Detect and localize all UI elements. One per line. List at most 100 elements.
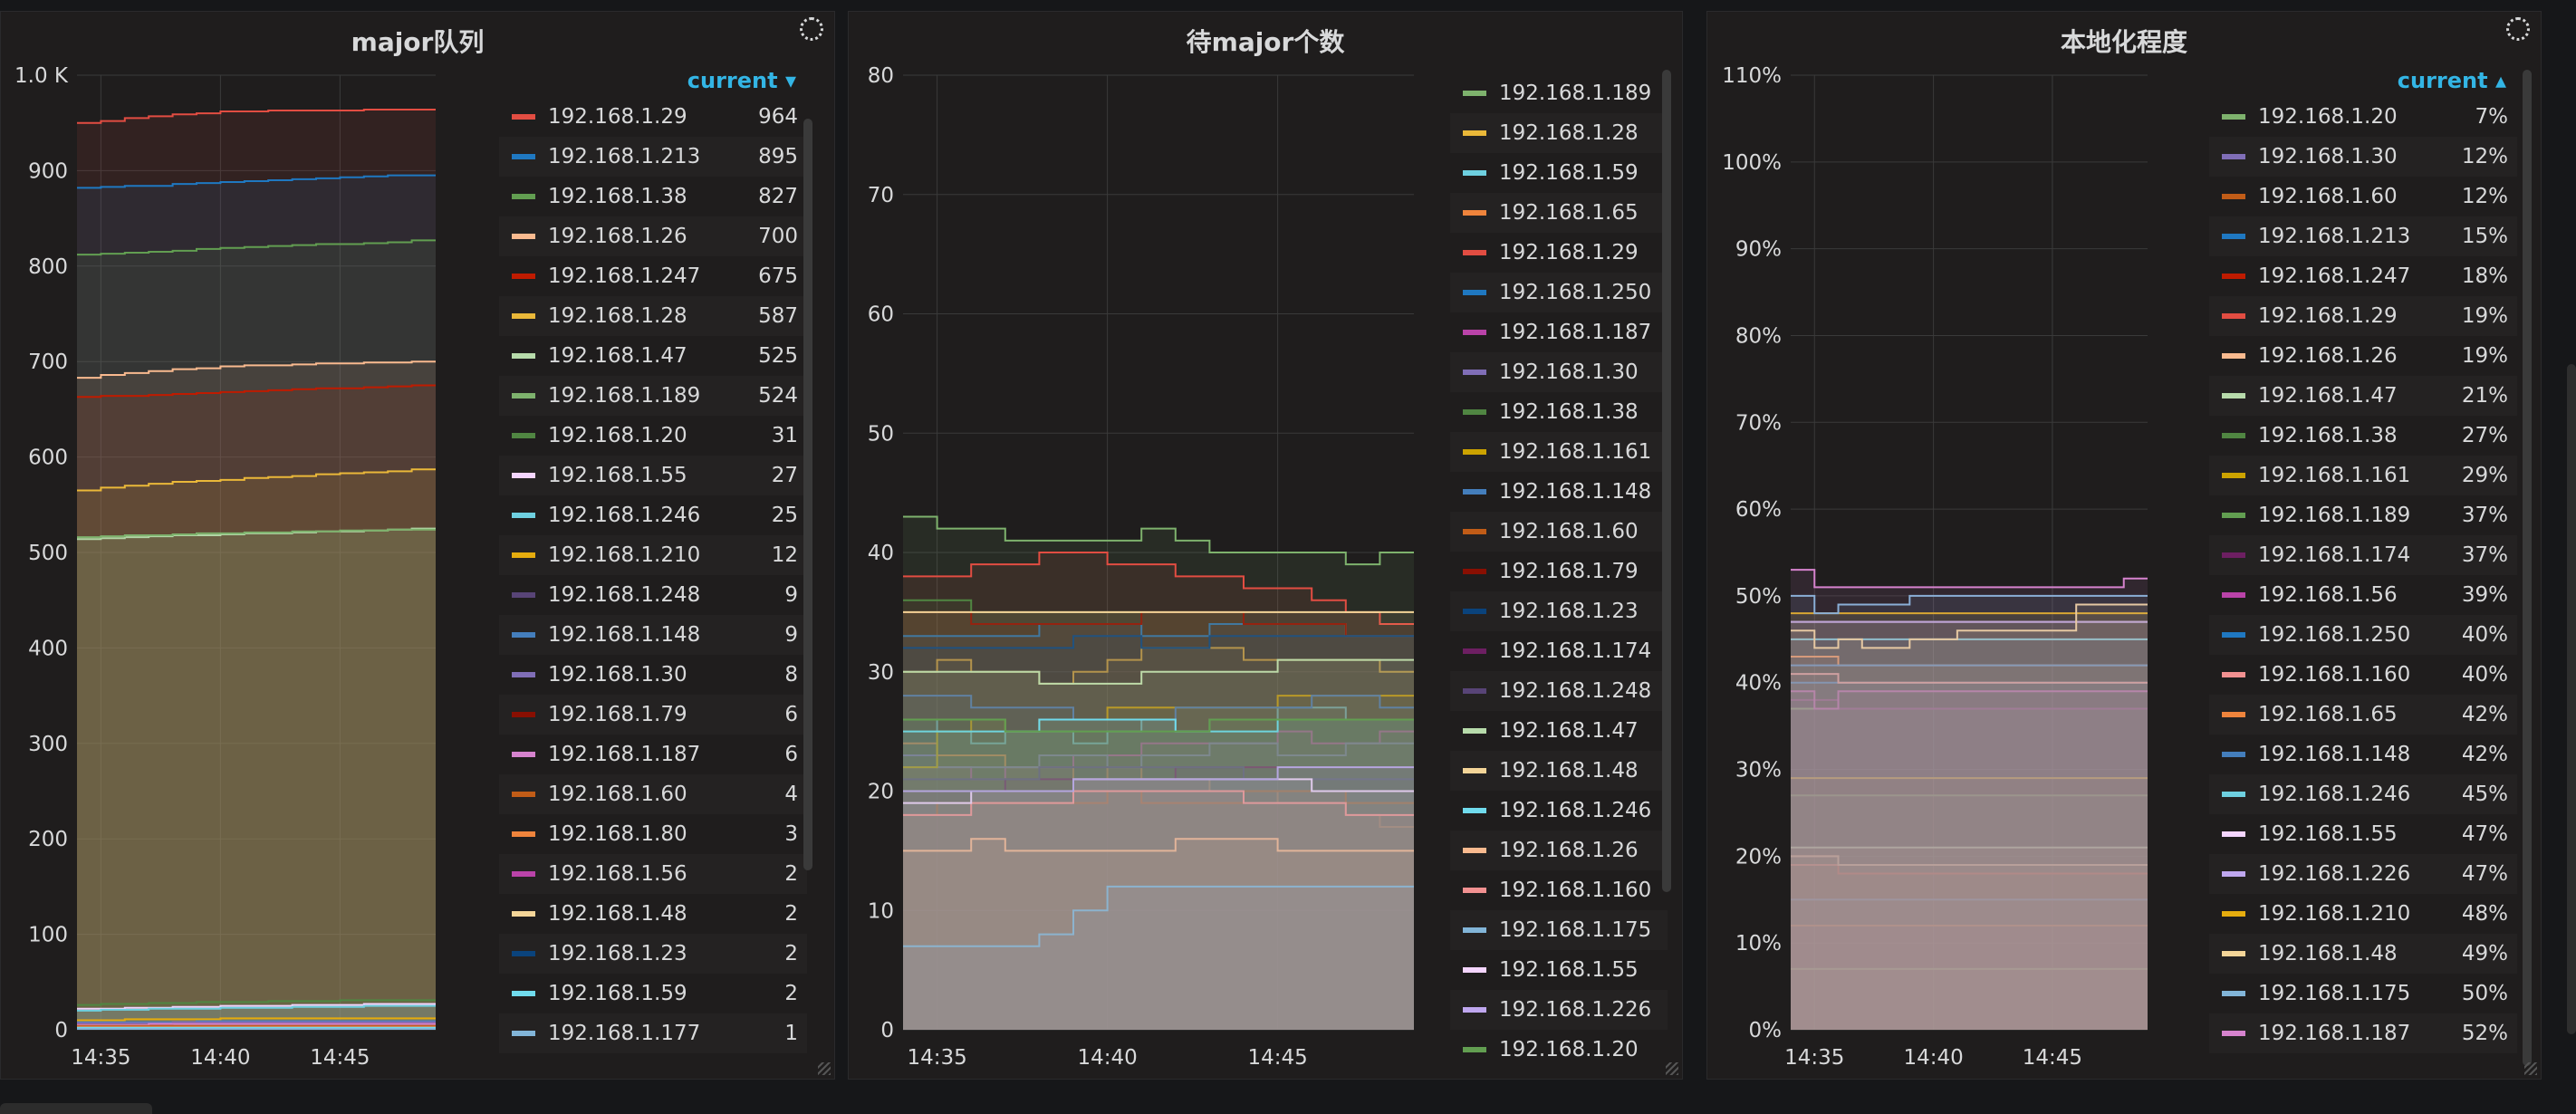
legend-scrollbar[interactable]: [2523, 70, 2532, 1066]
legend-swatch: [2222, 911, 2245, 917]
legend-item[interactable]: 192.168.1.28 587: [499, 296, 807, 336]
legend-item[interactable]: 192.168.1.213 15%: [2209, 216, 2517, 256]
legend-item[interactable]: 192.168.1.189: [1450, 73, 1668, 113]
legend-series-name: 192.168.1.226: [1499, 998, 1652, 1022]
legend-item[interactable]: 192.168.1.65 42%: [2209, 695, 2517, 735]
legend-item[interactable]: 192.168.1.48 2: [499, 894, 807, 934]
legend-item[interactable]: 192.168.1.28: [1450, 113, 1668, 153]
legend-item[interactable]: 192.168.1.55 47%: [2209, 814, 2517, 854]
legend-item[interactable]: 192.168.1.30 8: [499, 655, 807, 695]
legend-item[interactable]: 192.168.1.250: [1450, 273, 1668, 312]
legend-item[interactable]: 192.168.1.148: [1450, 472, 1668, 512]
legend-item[interactable]: 192.168.1.247 675: [499, 256, 807, 296]
legend-item[interactable]: 192.168.1.23 2: [499, 934, 807, 974]
legend-item[interactable]: 192.168.1.175 50%: [2209, 974, 2517, 1013]
legend-item[interactable]: 192.168.1.56 2: [499, 854, 807, 894]
legend-item[interactable]: 192.168.1.59: [1450, 153, 1668, 193]
legend-series-name: 192.168.1.79: [1499, 560, 1639, 583]
legend-item[interactable]: 192.168.1.79 6: [499, 695, 807, 735]
legend-item[interactable]: 192.168.1.187: [1450, 312, 1668, 352]
legend-item[interactable]: 192.168.1.189 37%: [2209, 495, 2517, 535]
legend-item[interactable]: 192.168.1.26 19%: [2209, 336, 2517, 376]
legend-item[interactable]: 192.168.1.250 40%: [2209, 615, 2517, 655]
legend-item[interactable]: 192.168.1.177 1: [499, 1013, 807, 1053]
legend-item[interactable]: 192.168.1.160: [1450, 870, 1668, 910]
legend-item[interactable]: 192.168.1.247 18%: [2209, 256, 2517, 296]
legend-sort-header[interactable]: current ▾: [499, 68, 807, 97]
legend-item[interactable]: 192.168.1.47: [1450, 711, 1668, 751]
legend-scrollbar[interactable]: [1662, 70, 1671, 892]
legend-item[interactable]: 192.168.1.48 49%: [2209, 934, 2517, 974]
resize-handle-icon[interactable]: [818, 1062, 831, 1075]
legend-item[interactable]: 192.168.1.26: [1450, 831, 1668, 870]
legend-item[interactable]: 192.168.1.246 45%: [2209, 774, 2517, 814]
legend-item[interactable]: 192.168.1.20 7%: [2209, 97, 2517, 137]
legend-item[interactable]: 192.168.1.30: [1450, 352, 1668, 392]
legend-item[interactable]: 192.168.1.175: [1450, 910, 1668, 950]
legend-item[interactable]: 192.168.1.38 27%: [2209, 416, 2517, 456]
legend-item[interactable]: 192.168.1.248 9: [499, 575, 807, 615]
legend-item[interactable]: 192.168.1.174: [1450, 631, 1668, 671]
legend-item[interactable]: 192.168.1.246 25: [499, 495, 807, 535]
legend-series-name: 192.168.1.210: [548, 543, 701, 567]
legend-item[interactable]: 192.168.1.160 40%: [2209, 655, 2517, 695]
series-line[interactable]: [1791, 569, 2148, 589]
legend-item[interactable]: 192.168.1.48: [1450, 751, 1668, 791]
series-line[interactable]: [77, 1023, 436, 1026]
page-scrollbar[interactable]: [2567, 364, 2576, 1034]
legend-item[interactable]: 192.168.1.29 964: [499, 97, 807, 137]
legend-item[interactable]: 192.168.1.174 37%: [2209, 535, 2517, 575]
resize-handle-icon[interactable]: [2524, 1062, 2537, 1075]
legend-item[interactable]: 192.168.1.20: [1450, 1030, 1668, 1070]
legend-item[interactable]: 192.168.1.29: [1450, 233, 1668, 273]
legend-item[interactable]: 192.168.1.38: [1450, 392, 1668, 432]
legend-swatch: [1463, 489, 1486, 495]
legend-item[interactable]: 192.168.1.60: [1450, 512, 1668, 552]
legend-item[interactable]: 192.168.1.55: [1450, 950, 1668, 990]
resize-handle-icon[interactable]: [1666, 1062, 1678, 1075]
legend-item[interactable]: 192.168.1.29 19%: [2209, 296, 2517, 336]
legend-item[interactable]: 192.168.1.161: [1450, 432, 1668, 472]
legend-item[interactable]: 192.168.1.187 6: [499, 735, 807, 774]
legend-item[interactable]: 192.168.1.226 47%: [2209, 854, 2517, 894]
legend-swatch: [2222, 951, 2245, 956]
legend-item[interactable]: 192.168.1.148 9: [499, 615, 807, 655]
legend-item[interactable]: 192.168.1.246: [1450, 791, 1668, 831]
legend-item[interactable]: 192.168.1.56 39%: [2209, 575, 2517, 615]
legend-series-name: 192.168.1.29: [2258, 304, 2398, 328]
legend-sort-header[interactable]: current ▴: [2209, 68, 2517, 97]
legend-item[interactable]: 192.168.1.38 827: [499, 177, 807, 216]
legend-item[interactable]: 192.168.1.187 52%: [2209, 1013, 2517, 1053]
legend-item[interactable]: 192.168.1.248: [1450, 671, 1668, 711]
legend-item[interactable]: 192.168.1.20 31: [499, 416, 807, 456]
legend-series-name: 192.168.1.47: [2258, 384, 2398, 408]
bottom-tab[interactable]: [0, 1103, 152, 1114]
legend-item[interactable]: 192.168.1.80 3: [499, 814, 807, 854]
legend-item[interactable]: 192.168.1.213 895: [499, 137, 807, 177]
legend-current-value: 2: [784, 942, 798, 965]
legend-item[interactable]: 192.168.1.47 21%: [2209, 376, 2517, 416]
legend-item[interactable]: 192.168.1.226: [1450, 990, 1668, 1030]
legend-item[interactable]: 192.168.1.60 12%: [2209, 177, 2517, 216]
legend-scrollbar[interactable]: [803, 119, 812, 870]
legend-item[interactable]: 192.168.1.30 12%: [2209, 137, 2517, 177]
legend-item[interactable]: 192.168.1.161 29%: [2209, 456, 2517, 495]
legend-item[interactable]: 192.168.1.60 4: [499, 774, 807, 814]
legend-item[interactable]: 192.168.1.189 524: [499, 376, 807, 416]
y-tick-label: 50: [868, 422, 894, 446]
legend-series-name: 192.168.1.59: [548, 982, 687, 1005]
legend-item[interactable]: 192.168.1.55 27: [499, 456, 807, 495]
legend-series-name: 192.168.1.174: [2258, 543, 2411, 567]
legend-series-name: 192.168.1.55: [548, 464, 687, 487]
legend-current-value: 18%: [2461, 264, 2508, 288]
legend-item[interactable]: 192.168.1.148 42%: [2209, 735, 2517, 774]
legend-item[interactable]: 192.168.1.210 12: [499, 535, 807, 575]
legend-item[interactable]: 192.168.1.65: [1450, 193, 1668, 233]
legend-item[interactable]: 192.168.1.26 700: [499, 216, 807, 256]
legend-item[interactable]: 192.168.1.79: [1450, 552, 1668, 591]
legend-current-value: 700: [758, 225, 798, 248]
legend-item[interactable]: 192.168.1.210 48%: [2209, 894, 2517, 934]
legend-item[interactable]: 192.168.1.59 2: [499, 974, 807, 1013]
legend-item[interactable]: 192.168.1.47 525: [499, 336, 807, 376]
legend-item[interactable]: 192.168.1.23: [1450, 591, 1668, 631]
